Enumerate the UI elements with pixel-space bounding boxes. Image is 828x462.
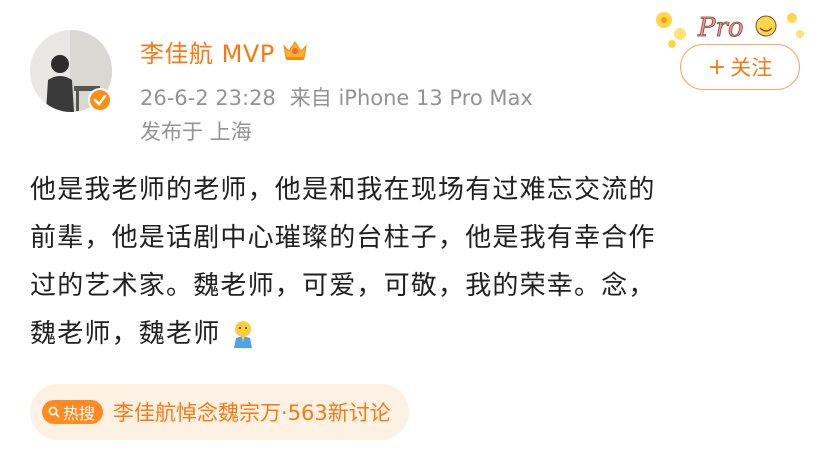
author-header: 李佳航 MVP — [140, 34, 309, 69]
crown-icon[interactable] — [281, 38, 309, 66]
post-body: 他是我老师的老师，他是和我在现场有过难忘交流的 前辈，他是话剧中心璀璨的台柱子，… — [30, 166, 800, 364]
praying-emoji-icon — [228, 316, 258, 364]
verified-icon — [88, 88, 112, 112]
follow-button[interactable]: + 关注 — [680, 44, 800, 90]
hot-search-badge: 热搜 — [42, 400, 104, 424]
trend-topic: 李佳航悼念魏宗万 — [113, 401, 282, 425]
post-time: 26-6-2 23:28 — [140, 86, 276, 110]
post-meta: 26-6-2 23:28 来自 iPhone 13 Pro Max — [140, 82, 533, 112]
plus-icon: + — [707, 54, 727, 80]
author-name[interactable]: 李佳航 MVP — [140, 34, 275, 69]
search-icon — [48, 403, 60, 422]
post-line: 前辈，他是话剧中心璀璨的台柱子，他是我有幸合作 — [30, 223, 656, 253]
trending-topic-chip[interactable]: 热搜 李佳航悼念魏宗万 ·563新讨论 — [30, 384, 409, 440]
post-location: 发布于 上海 — [140, 120, 252, 144]
post-line-last: 魏老师，魏老师 — [30, 310, 800, 364]
post-source: 来自 iPhone 13 Pro Max — [289, 86, 533, 110]
trend-count: ·563新讨论 — [281, 401, 391, 425]
svg-text:Pro: Pro — [697, 13, 744, 43]
post-line: 过的艺术家。魏老师，可爱，可敬，我的荣幸。念， — [30, 271, 656, 301]
follow-label: 关注 — [730, 56, 773, 80]
post-line: 他是我老师的老师，他是和我在现场有过难忘交流的 — [30, 175, 656, 205]
